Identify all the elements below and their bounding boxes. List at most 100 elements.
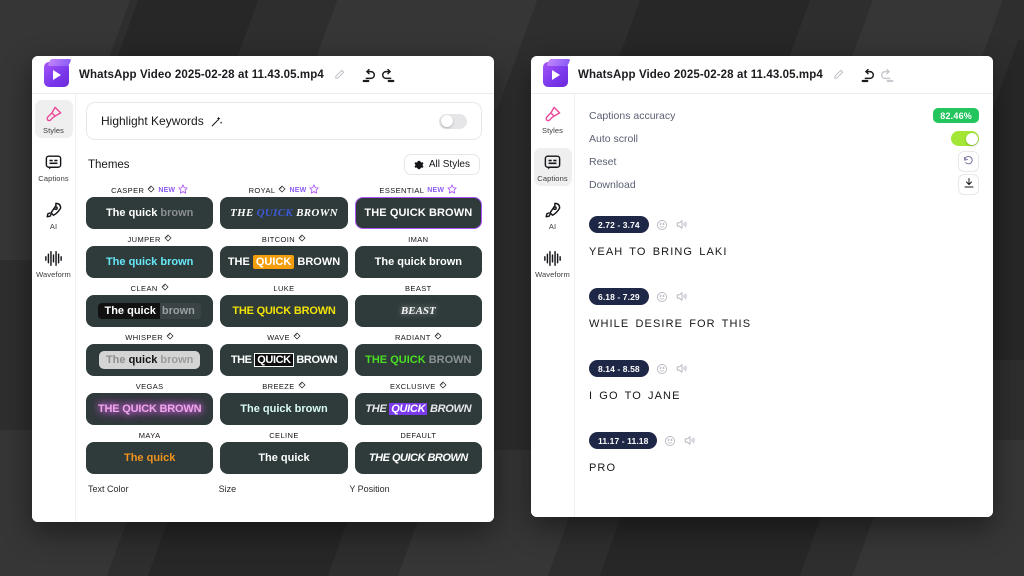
video-play-logo — [543, 62, 568, 87]
redo-icon[interactable] — [380, 67, 396, 83]
theme-card-royal[interactable]: THE QUICK BROWN — [220, 197, 348, 229]
caption-item[interactable]: 8.14 - 8.58 I GO TO JANE — [589, 360, 979, 402]
theme-card-luke[interactable]: THE QUICK BROWN — [220, 295, 348, 327]
theme-card-default[interactable]: THE QUICK BROWN — [354, 442, 482, 474]
right-rail: Styles Captions AI Waveform — [531, 94, 575, 517]
theme-card-bitcoin[interactable]: THE QUICK BROWN — [220, 246, 348, 278]
theme-sample: THE QUICK BROWN — [364, 207, 473, 219]
all-styles-label: All Styles — [428, 159, 470, 170]
option-label: Reset — [589, 155, 617, 168]
sample-w3: BROWN — [296, 207, 338, 219]
sample-w3: brown — [160, 207, 194, 219]
option-download: Download — [589, 173, 979, 196]
theme-card-celine[interactable]: The quick — [220, 442, 348, 474]
caption-timestamp[interactable]: 2.72 - 3.74 — [589, 216, 649, 233]
captions-icon — [543, 153, 562, 172]
y-position-label[interactable]: Y Position — [349, 484, 480, 494]
sidebar-item-waveform[interactable]: Waveform — [35, 244, 73, 282]
sidebar-item-waveform[interactable]: Waveform — [534, 244, 572, 282]
caption-item[interactable]: 11.17 - 11.18 PRO — [589, 432, 979, 474]
sidebar-item-label: Styles — [42, 126, 65, 135]
sample-w2: QUICK — [389, 403, 428, 415]
theme-name: ESSENTIAL — [379, 185, 425, 195]
caption-text[interactable]: WHILE DESIRE FOR THIS — [589, 318, 979, 330]
tag-icon — [161, 283, 169, 293]
tag-icon — [434, 332, 442, 342]
file-title: WhatsApp Video 2025-02-28 at 11.43.05.mp… — [79, 68, 324, 81]
undo-icon[interactable] — [860, 67, 876, 83]
theme-card-maya[interactable]: The quick — [86, 442, 214, 474]
new-badge: NEW — [289, 186, 307, 194]
theme-card-wave[interactable]: THE QUICK BROWN — [220, 344, 348, 376]
caption-item[interactable]: 6.18 - 7.29 WHILE DESIRE FOR THIS — [589, 288, 979, 330]
caption-item[interactable]: 2.72 - 3.74 YEAH TO BRING LAKI — [589, 216, 979, 258]
sidebar-item-styles[interactable]: Styles — [34, 100, 73, 138]
theme-cell: EXCLUSIVE THE QUICK BROWN — [354, 379, 482, 425]
theme-card-iman[interactable]: The quick brown — [354, 246, 482, 278]
text-color-label[interactable]: Text Color — [88, 484, 219, 494]
theme-card-radiant[interactable]: THE QUICK BROWN — [354, 344, 482, 376]
sample-w3: brown — [159, 303, 201, 319]
pencil-icon[interactable] — [833, 69, 844, 80]
smiley-icon[interactable] — [656, 219, 668, 231]
download-button[interactable] — [958, 174, 979, 195]
sample-w2: QUICK — [252, 255, 295, 269]
theme-name: BITCOIN — [261, 234, 296, 244]
smiley-icon[interactable] — [656, 363, 668, 375]
theme-cell: MAYA The quick — [86, 428, 214, 474]
speaker-icon[interactable] — [675, 362, 688, 375]
theme-sample: THE QUICK BROWN — [368, 452, 468, 464]
all-styles-button[interactable]: All Styles — [403, 154, 480, 175]
caption-text[interactable]: YEAH TO BRING LAKI — [589, 246, 979, 258]
redo-icon[interactable] — [879, 67, 895, 83]
theme-card-essential[interactable]: THE QUICK BROWN — [354, 197, 482, 229]
theme-card-exclusive[interactable]: THE QUICK BROWN — [354, 393, 482, 425]
speaker-icon[interactable] — [675, 218, 688, 231]
sidebar-item-ai[interactable]: AI — [534, 196, 572, 234]
theme-card-clean[interactable]: The quick brown — [86, 295, 214, 327]
sidebar-item-styles[interactable]: Styles — [534, 100, 572, 138]
smiley-icon[interactable] — [656, 291, 668, 303]
speaker-icon[interactable] — [675, 290, 688, 303]
caption-text[interactable]: PRO — [589, 462, 979, 474]
sidebar-item-captions[interactable]: Captions — [35, 148, 73, 186]
highlight-keywords-card: Highlight Keywords — [86, 102, 482, 140]
caption-text[interactable]: I GO TO JANE — [589, 390, 979, 402]
theme-card-beast[interactable]: BEAST — [354, 295, 482, 327]
sidebar-item-captions[interactable]: Captions — [533, 148, 572, 186]
sidebar-item-label: AI — [548, 222, 557, 231]
highlight-keywords-toggle[interactable] — [439, 113, 467, 129]
theme-name: ROYAL — [248, 185, 276, 195]
undo-icon[interactable] — [361, 67, 377, 83]
styles-window: WhatsApp Video 2025-02-28 at 11.43.05.mp… — [32, 56, 494, 522]
captions-options: Captions accuracy 82.46% Auto scroll Res… — [575, 94, 993, 202]
theme-card-whisper[interactable]: The quick brown — [86, 344, 214, 376]
theme-name: IMAN — [408, 234, 429, 244]
theme-card-vegas[interactable]: THE QUICK BROWN — [86, 393, 214, 425]
star-icon — [178, 184, 188, 196]
brush-icon — [543, 105, 562, 124]
theme-name: DEFAULT — [400, 430, 437, 440]
caption-timestamp[interactable]: 6.18 - 7.29 — [589, 288, 649, 305]
reset-button[interactable] — [958, 151, 979, 172]
theme-card-casper[interactable]: The quick brown — [86, 197, 214, 229]
size-label[interactable]: Size — [219, 484, 350, 494]
sample-w1: THE — [230, 354, 252, 366]
theme-card-breeze[interactable]: The quick brown — [220, 393, 348, 425]
option-label: Download — [589, 178, 636, 191]
theme-cell: IMAN The quick brown — [354, 232, 482, 278]
speaker-icon[interactable] — [683, 434, 696, 447]
sidebar-item-ai[interactable]: AI — [35, 196, 73, 234]
smiley-icon[interactable] — [664, 435, 676, 447]
auto-scroll-toggle[interactable] — [951, 131, 979, 146]
new-badge: NEW — [427, 186, 445, 194]
theme-cell: VEGAS THE QUICK BROWN — [86, 379, 214, 425]
theme-sample: BEAST — [400, 305, 436, 317]
theme-cell: BREEZE The quick brown — [220, 379, 348, 425]
pencil-icon[interactable] — [334, 69, 345, 80]
theme-card-jumper[interactable]: The quick brown — [86, 246, 214, 278]
caption-timestamp[interactable]: 11.17 - 11.18 — [589, 432, 658, 449]
caption-timestamp[interactable]: 8.14 - 8.58 — [589, 360, 649, 377]
tag-icon — [166, 332, 174, 342]
option-label: Captions accuracy — [589, 109, 676, 122]
